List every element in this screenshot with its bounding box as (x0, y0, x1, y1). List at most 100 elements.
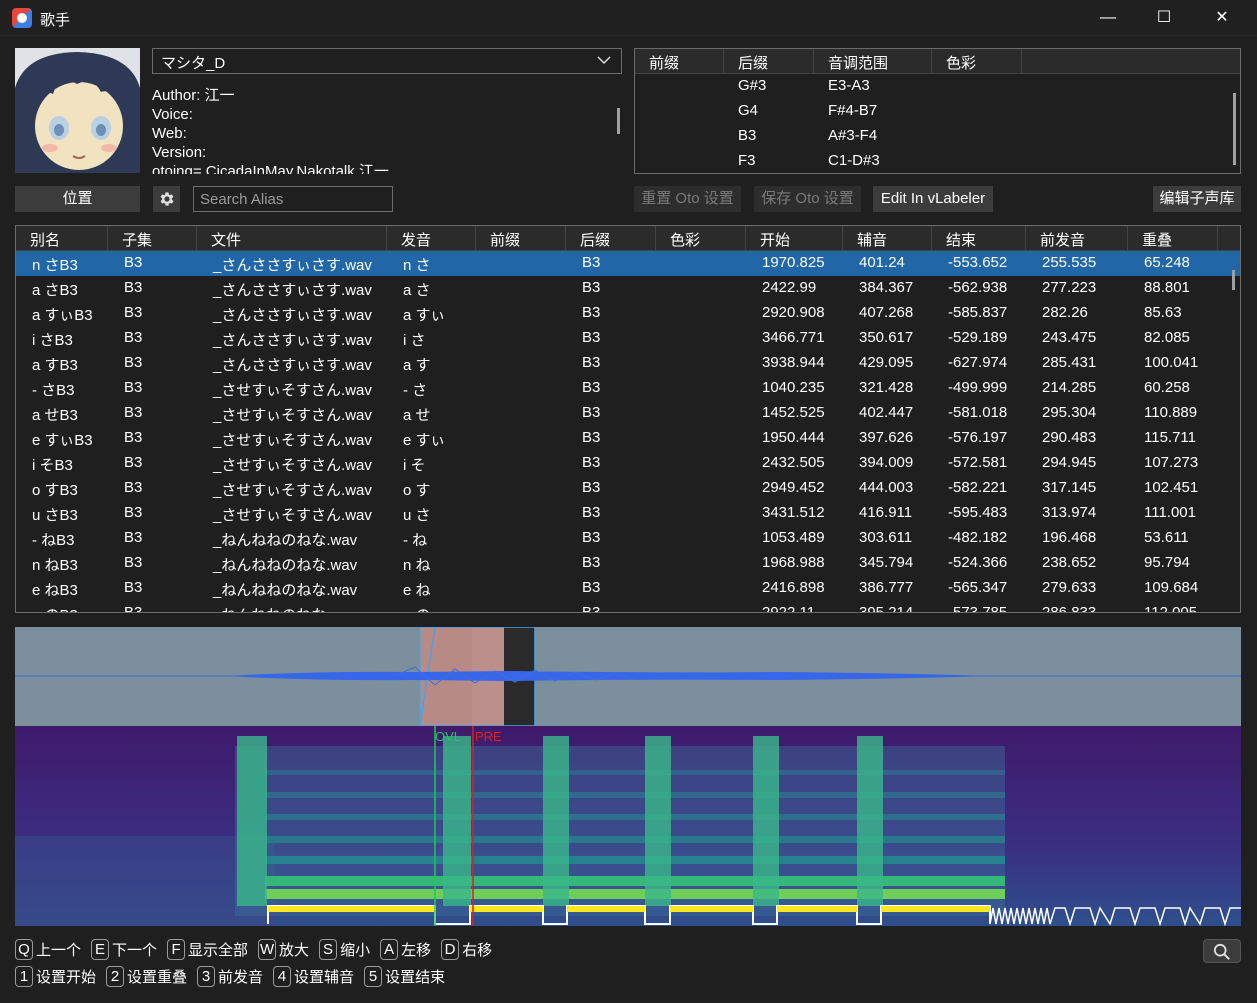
oto-scrollbar[interactable] (1232, 270, 1235, 290)
table-row[interactable]: n さB3 B3 _さんささすぃさす.wav n さ B3 1970.825 401.24-… (16, 251, 1240, 276)
table-cell: 109.684 (1144, 579, 1199, 596)
shortcut-key: D (441, 939, 460, 960)
oto-header-cell[interactable]: 辅音 (843, 226, 932, 251)
table-cell: a すぃ (403, 307, 446, 324)
table-cell: -585.837 (948, 304, 1008, 321)
table-cell: 196.468 (1042, 529, 1097, 546)
table-cell: 1950.444 (762, 429, 825, 446)
shortcut-5[interactable]: 5 设置结束 (364, 966, 445, 987)
shortcut-4[interactable]: 4 设置辅音 (273, 966, 354, 987)
table-row[interactable]: a さB3 B3 _さんささすぃさす.wav a さ B3 2422.99 384.367-… (16, 276, 1240, 301)
oto-header-cell[interactable]: 前缀 (476, 226, 566, 251)
shortcut-a[interactable]: A 左移 (380, 939, 431, 960)
table-cell: 286.833 (1042, 604, 1097, 613)
table-row[interactable]: - ねB3 B3 _ねんねねのねな.wav - ね B3 1053.489 303.611-… (16, 526, 1240, 551)
table-cell: 95.794 (1144, 554, 1190, 571)
oto-header-cell[interactable]: 后缀 (566, 226, 656, 251)
oto-header-cell[interactable]: 开始 (746, 226, 843, 251)
spectrogram-view[interactable]: OVL PRE (15, 726, 1241, 926)
shortcut-2[interactable]: 2 设置重叠 (106, 966, 187, 987)
table-row[interactable]: i さB3 B3 _さんささすぃさす.wav i さ B3 3466.771 350.617… (16, 326, 1240, 351)
table-row[interactable]: i そB3 B3 _させすぃそすさん.wav i そ B3 2432.505 394.009… (16, 451, 1240, 476)
minimize-button[interactable]: — (1085, 0, 1131, 36)
table-cell (476, 301, 508, 326)
window-title: 歌手 (40, 12, 71, 29)
table-cell: 317.145 (1042, 479, 1097, 496)
shortcut-q[interactable]: Q 上一个 (15, 939, 81, 960)
table-cell: 407.268 (859, 304, 914, 321)
table-cell: n さB3 (32, 257, 78, 274)
range-row[interactable]: B3 A#3-F4 (635, 124, 1240, 149)
shortcut-label: 放大 (279, 942, 310, 959)
ovl-label: OVL (435, 729, 461, 744)
table-row[interactable]: o すB3 B3 _させすぃそすさん.wav o す B3 2949.452 444.003… (16, 476, 1240, 501)
table-cell: a せ (403, 407, 431, 424)
shortcut-label: 显示全部 (188, 942, 249, 959)
table-cell: 1040.235 (762, 379, 825, 396)
range-cell (635, 124, 724, 149)
table-cell: -499.999 (948, 379, 1008, 396)
shortcut-d[interactable]: D 右移 (441, 939, 492, 960)
oto-header-cell[interactable]: 子集 (108, 226, 197, 251)
close-button[interactable]: ✕ (1199, 0, 1245, 36)
table-row[interactable]: e のB3B3_ねんねねのねな.wave のB32922.11395.214-5… (16, 601, 1240, 613)
oto-header-cell[interactable]: 前发音 (1026, 226, 1128, 251)
position-button[interactable]: 位置 (15, 186, 140, 212)
table-row[interactable]: a すぃB3 B3 _さんささすぃさす.wav a すぃ B3 2920.908 407.2… (16, 301, 1240, 326)
range-header-suffix[interactable]: 后缀 (724, 49, 814, 73)
edit-in-vlabeler-button[interactable]: Edit In vLabeler (873, 186, 993, 212)
shortcut-3[interactable]: 3 前发音 (197, 966, 263, 987)
range-header-pitch[interactable]: 音调范围 (814, 49, 932, 73)
table-row[interactable]: e ねB3 B3 _ねんねねのねな.wav e ね B3 2416.898 386.777-… (16, 576, 1240, 601)
shortcut-key: S (319, 939, 338, 960)
table-row[interactable]: a せB3 B3 _させすぃそすさん.wav a せ B3 1452.525 402.447… (16, 401, 1240, 426)
table-cell: 3938.944 (762, 354, 825, 371)
shortcut-label: 设置重叠 (127, 969, 188, 986)
table-cell: i さB3 (32, 332, 73, 349)
table-cell: B3 (582, 529, 601, 546)
range-cell: F#4-B7 (828, 102, 878, 119)
table-cell: 386.777 (859, 579, 914, 596)
edit-subbanks-button[interactable]: 编辑子声库 (1153, 186, 1241, 212)
shortcut-1[interactable]: 1 设置开始 (15, 966, 96, 987)
range-header-prefix[interactable]: 前缀 (635, 49, 724, 73)
shortcut-e[interactable]: E 下一个 (91, 939, 157, 960)
oto-header-cell[interactable]: 结束 (932, 226, 1026, 251)
table-row[interactable]: a すB3 B3 _さんささすぃさす.wav a す B3 3938.944 429.095… (16, 351, 1240, 376)
table-cell: n ね (403, 557, 431, 574)
shortcut-s[interactable]: S 缩小 (319, 939, 370, 960)
maximize-button[interactable]: ☐ (1141, 0, 1187, 36)
table-cell: 277.223 (1042, 279, 1097, 296)
range-row[interactable]: F3 C1-D#3 (635, 149, 1240, 173)
waveform-view[interactable] (15, 627, 1241, 726)
oto-header-cell[interactable]: 别名 (16, 226, 108, 251)
table-row[interactable]: u さB3 B3 _させすぃそすさん.wav u さ B3 3431.512 416.911… (16, 501, 1240, 526)
shortcut-f[interactable]: F 显示全部 (167, 939, 248, 960)
range-row[interactable]: G#3 E3-A3 (635, 74, 1240, 99)
oto-header-cell[interactable]: 重叠 (1128, 226, 1218, 251)
range-row[interactable]: G4 F#4-B7 (635, 99, 1240, 124)
table-cell: B3 (124, 554, 143, 571)
settings-button[interactable] (153, 186, 180, 212)
oto-header-cell[interactable]: 文件 (197, 226, 387, 251)
table-cell: B3 (582, 429, 601, 446)
oto-header-cell[interactable]: 发音 (387, 226, 476, 251)
table-cell (476, 426, 508, 451)
table-row[interactable]: n ねB3 B3 _ねんねねのねな.wav n ね B3 1968.988 345.794-… (16, 551, 1240, 576)
table-row[interactable]: - さB3 B3 _させすぃそすさん.wav - さ B3 1040.235 321.428… (16, 376, 1240, 401)
singer-select[interactable]: マシタ_D (152, 48, 622, 74)
oto-header-cell[interactable]: 色彩 (656, 226, 746, 251)
table-cell: 85.63 (1144, 304, 1182, 321)
table-cell: 2949.452 (762, 479, 825, 496)
shortcut-w[interactable]: W 放大 (258, 939, 309, 960)
table-row[interactable]: e すぃB3 B3 _させすぃそすさん.wav e すぃ B3 1950.444 397.6… (16, 426, 1240, 451)
search-zoom-button[interactable] (1203, 939, 1241, 963)
table-cell: 112.005 (1144, 604, 1198, 613)
table-cell: 60.258 (1144, 379, 1190, 396)
range-header-color[interactable]: 色彩 (932, 49, 1022, 73)
search-alias-input[interactable] (193, 186, 393, 212)
save-oto-button[interactable]: 保存 Oto 设置 (754, 186, 861, 212)
reset-oto-button[interactable]: 重置 Oto 设置 (634, 186, 741, 212)
range-scrollbar[interactable] (1233, 93, 1236, 165)
info-scrollbar[interactable] (617, 108, 620, 134)
